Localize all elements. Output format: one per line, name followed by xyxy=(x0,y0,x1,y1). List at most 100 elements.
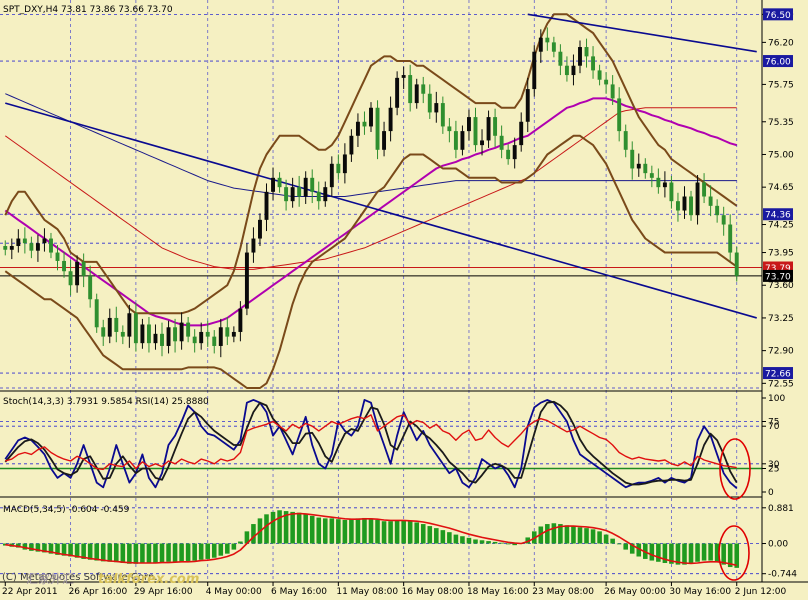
candle-body xyxy=(81,261,86,276)
candle-body xyxy=(427,93,432,113)
macd-bar xyxy=(277,510,282,544)
candle-body xyxy=(284,187,289,202)
candle-body xyxy=(414,84,419,104)
time-tick-label: 29 Apr 16:00 xyxy=(134,587,193,597)
candle-body xyxy=(493,117,498,136)
candle-body xyxy=(447,126,452,132)
macd-bar xyxy=(564,525,570,544)
candle-body xyxy=(538,37,543,52)
candle-body xyxy=(225,327,230,337)
candle-body xyxy=(636,163,641,169)
time-tick-label: 26 Apr 16:00 xyxy=(69,587,128,597)
stoch-tick-label: 100 xyxy=(768,394,785,404)
candle-body xyxy=(349,135,354,155)
time-tick-label: 26 May 00:00 xyxy=(604,587,666,597)
candle-body xyxy=(107,317,112,337)
candle-body xyxy=(610,84,615,99)
candle-body xyxy=(649,173,654,178)
macd-bar xyxy=(597,531,602,544)
candle-body xyxy=(512,145,517,160)
candle-body xyxy=(480,140,484,146)
price-tick-label: 73.95 xyxy=(768,249,794,259)
candle-body xyxy=(362,121,367,127)
candle-body xyxy=(16,238,21,247)
candle-body xyxy=(212,336,217,346)
macd-bar xyxy=(159,543,165,563)
candle-body xyxy=(532,51,537,90)
candle-body xyxy=(551,42,556,52)
level-tag-label: 76.00 xyxy=(765,58,791,68)
candle-body xyxy=(708,196,713,206)
macd-bar xyxy=(381,521,387,544)
macd-bar xyxy=(264,514,269,544)
candle-body xyxy=(264,191,269,220)
macd-bar xyxy=(114,543,119,563)
candle-body xyxy=(205,331,210,337)
macd-bar xyxy=(140,543,145,564)
candle-body xyxy=(303,177,308,197)
macd-bar xyxy=(205,543,211,559)
candle-body xyxy=(153,333,158,344)
level-tag-label: 74.36 xyxy=(765,211,791,221)
candle-body xyxy=(434,103,439,113)
macd-title: MACD(5,34,5) -0.604 -0.459 xyxy=(3,505,130,515)
macd-bar xyxy=(545,524,550,544)
candle-body xyxy=(545,37,550,43)
candle-body xyxy=(173,327,178,342)
macd-bar xyxy=(551,523,557,544)
candle-body xyxy=(675,201,680,211)
macd-bar xyxy=(577,527,583,544)
candle-body xyxy=(146,324,151,344)
candle-body xyxy=(395,77,400,108)
candle-body xyxy=(55,252,60,261)
macd-bar xyxy=(407,521,413,544)
candle-body xyxy=(564,65,569,76)
candle-body xyxy=(558,51,563,66)
macd-bar xyxy=(440,530,446,544)
macd-bar xyxy=(303,514,308,544)
macd-bar xyxy=(329,518,335,544)
candle-body xyxy=(689,196,693,216)
candle-body xyxy=(68,271,73,286)
macd-bar xyxy=(368,518,374,544)
candle-body xyxy=(127,313,132,337)
candle-body xyxy=(9,246,14,250)
macd-bar xyxy=(656,543,661,562)
candle-body xyxy=(251,238,256,253)
candle-body xyxy=(160,333,164,346)
candle-body xyxy=(244,252,249,309)
macd-bar xyxy=(434,528,439,544)
macd-bar xyxy=(688,543,694,564)
macd-bar xyxy=(394,520,400,544)
candle-body xyxy=(179,322,184,342)
candle-body xyxy=(277,177,282,188)
macd-bar xyxy=(505,543,511,545)
macd-bar xyxy=(355,518,361,544)
cjk-watermark: 汇家外汇 xyxy=(26,571,74,586)
candle-body xyxy=(133,313,138,344)
chart-window: 76.50 76.20 75.75 75.35 75.00 74.65 74.25 73.95… xyxy=(0,0,808,600)
macd-bar xyxy=(192,543,197,561)
candle-body xyxy=(75,261,80,286)
candle-body xyxy=(571,65,576,76)
macd-bar xyxy=(401,520,406,544)
macd-bar xyxy=(198,543,204,560)
macd-bar xyxy=(238,541,243,544)
candle-body xyxy=(316,191,321,202)
candle-body xyxy=(734,252,739,276)
time-tick-label: 22 Apr 2011 xyxy=(2,587,58,597)
candle-body xyxy=(578,47,582,66)
candle-body xyxy=(604,79,609,85)
macd-bar xyxy=(133,543,139,564)
candle-body xyxy=(3,246,8,250)
price-tick-label: 74.25 xyxy=(768,221,794,231)
chart-canvas[interactable]: 76.50 76.20 75.75 75.35 75.00 74.65 74.25 73.95… xyxy=(0,0,808,600)
macd-bar xyxy=(309,515,315,544)
candle-body xyxy=(336,163,341,174)
candle-body xyxy=(728,224,733,253)
stoch-tick-label: 25 xyxy=(768,465,779,475)
macd-bar xyxy=(153,543,158,563)
time-tick-label: 6 May 16:00 xyxy=(271,587,327,597)
candle-body xyxy=(715,205,720,216)
candle-body xyxy=(388,107,393,132)
